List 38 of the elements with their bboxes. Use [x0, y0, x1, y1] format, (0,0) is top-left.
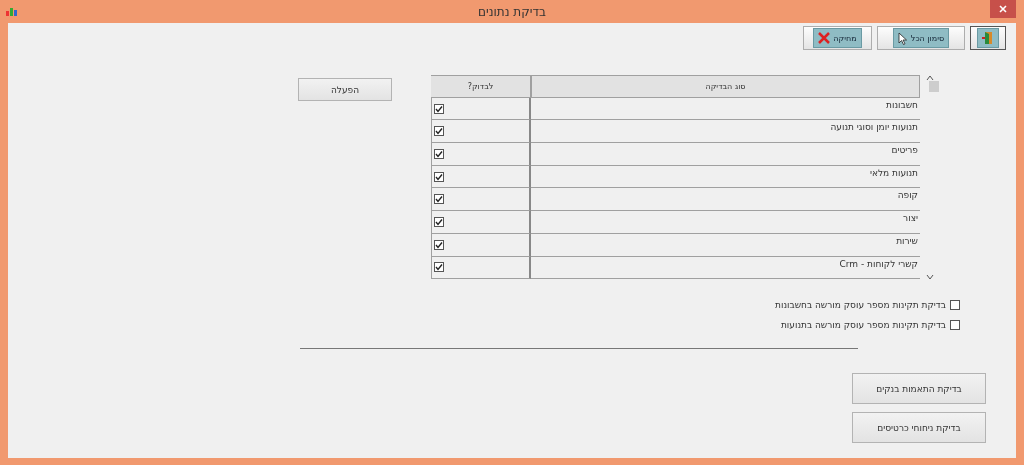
checkbox[interactable]: [434, 216, 444, 227]
checkbox[interactable]: [434, 126, 444, 137]
delete-button[interactable]: מחיקה: [803, 26, 872, 50]
check-button[interactable]: בדיקת התאמות בנקים: [852, 373, 986, 404]
select-all-button[interactable]: סימון הכל: [877, 26, 965, 50]
checkbox[interactable]: [434, 171, 444, 182]
table-cell: תנועות יומן וסוגי תנועה: [531, 120, 920, 144]
exit-button[interactable]: [970, 26, 1006, 50]
checkbox[interactable]: [434, 103, 444, 114]
column-header[interactable]: לבדוק?: [431, 75, 531, 98]
option-label: בדיקת תקינות מספר עוסק מורשה בתנועות: [780, 320, 946, 330]
cursor-icon: [897, 31, 908, 45]
close-icon: [999, 5, 1007, 13]
window-title: בדיקת נתונים: [478, 4, 546, 19]
checkbox[interactable]: [950, 320, 960, 330]
table-cell: יצור: [531, 211, 920, 234]
close-icon: [818, 32, 831, 44]
table-cell: פריטים: [531, 143, 920, 166]
checkbox[interactable]: [434, 262, 444, 273]
table-cell: תנועות מלאי: [531, 165, 920, 189]
table-cell: קופה: [531, 188, 920, 212]
scroll-down-icon: [926, 274, 934, 280]
table-cell: חשבונות: [531, 97, 920, 121]
activate-button[interactable]: הפעלה: [298, 78, 392, 101]
option-label: בדיקת תקינות מספר עוסק מורשה בחשבונות: [775, 300, 946, 310]
scroll-up-icon: [926, 75, 934, 81]
app-icon: [5, 5, 19, 17]
scrollbar-thumb[interactable]: [929, 81, 939, 92]
check-button[interactable]: בדיקת ניחוחי כרטיסים: [852, 412, 986, 443]
column-header[interactable]: סוג הבדיקה: [531, 75, 920, 98]
close-button[interactable]: [990, 0, 1016, 18]
checkbox[interactable]: [434, 148, 444, 159]
table-cell: שירות: [531, 233, 920, 257]
table-cell: קשרי לקוחות - Crm: [531, 256, 920, 280]
checkbox[interactable]: [950, 300, 960, 310]
door-icon: [982, 31, 994, 45]
checkbox[interactable]: [434, 194, 444, 205]
checkbox[interactable]: [434, 239, 444, 250]
